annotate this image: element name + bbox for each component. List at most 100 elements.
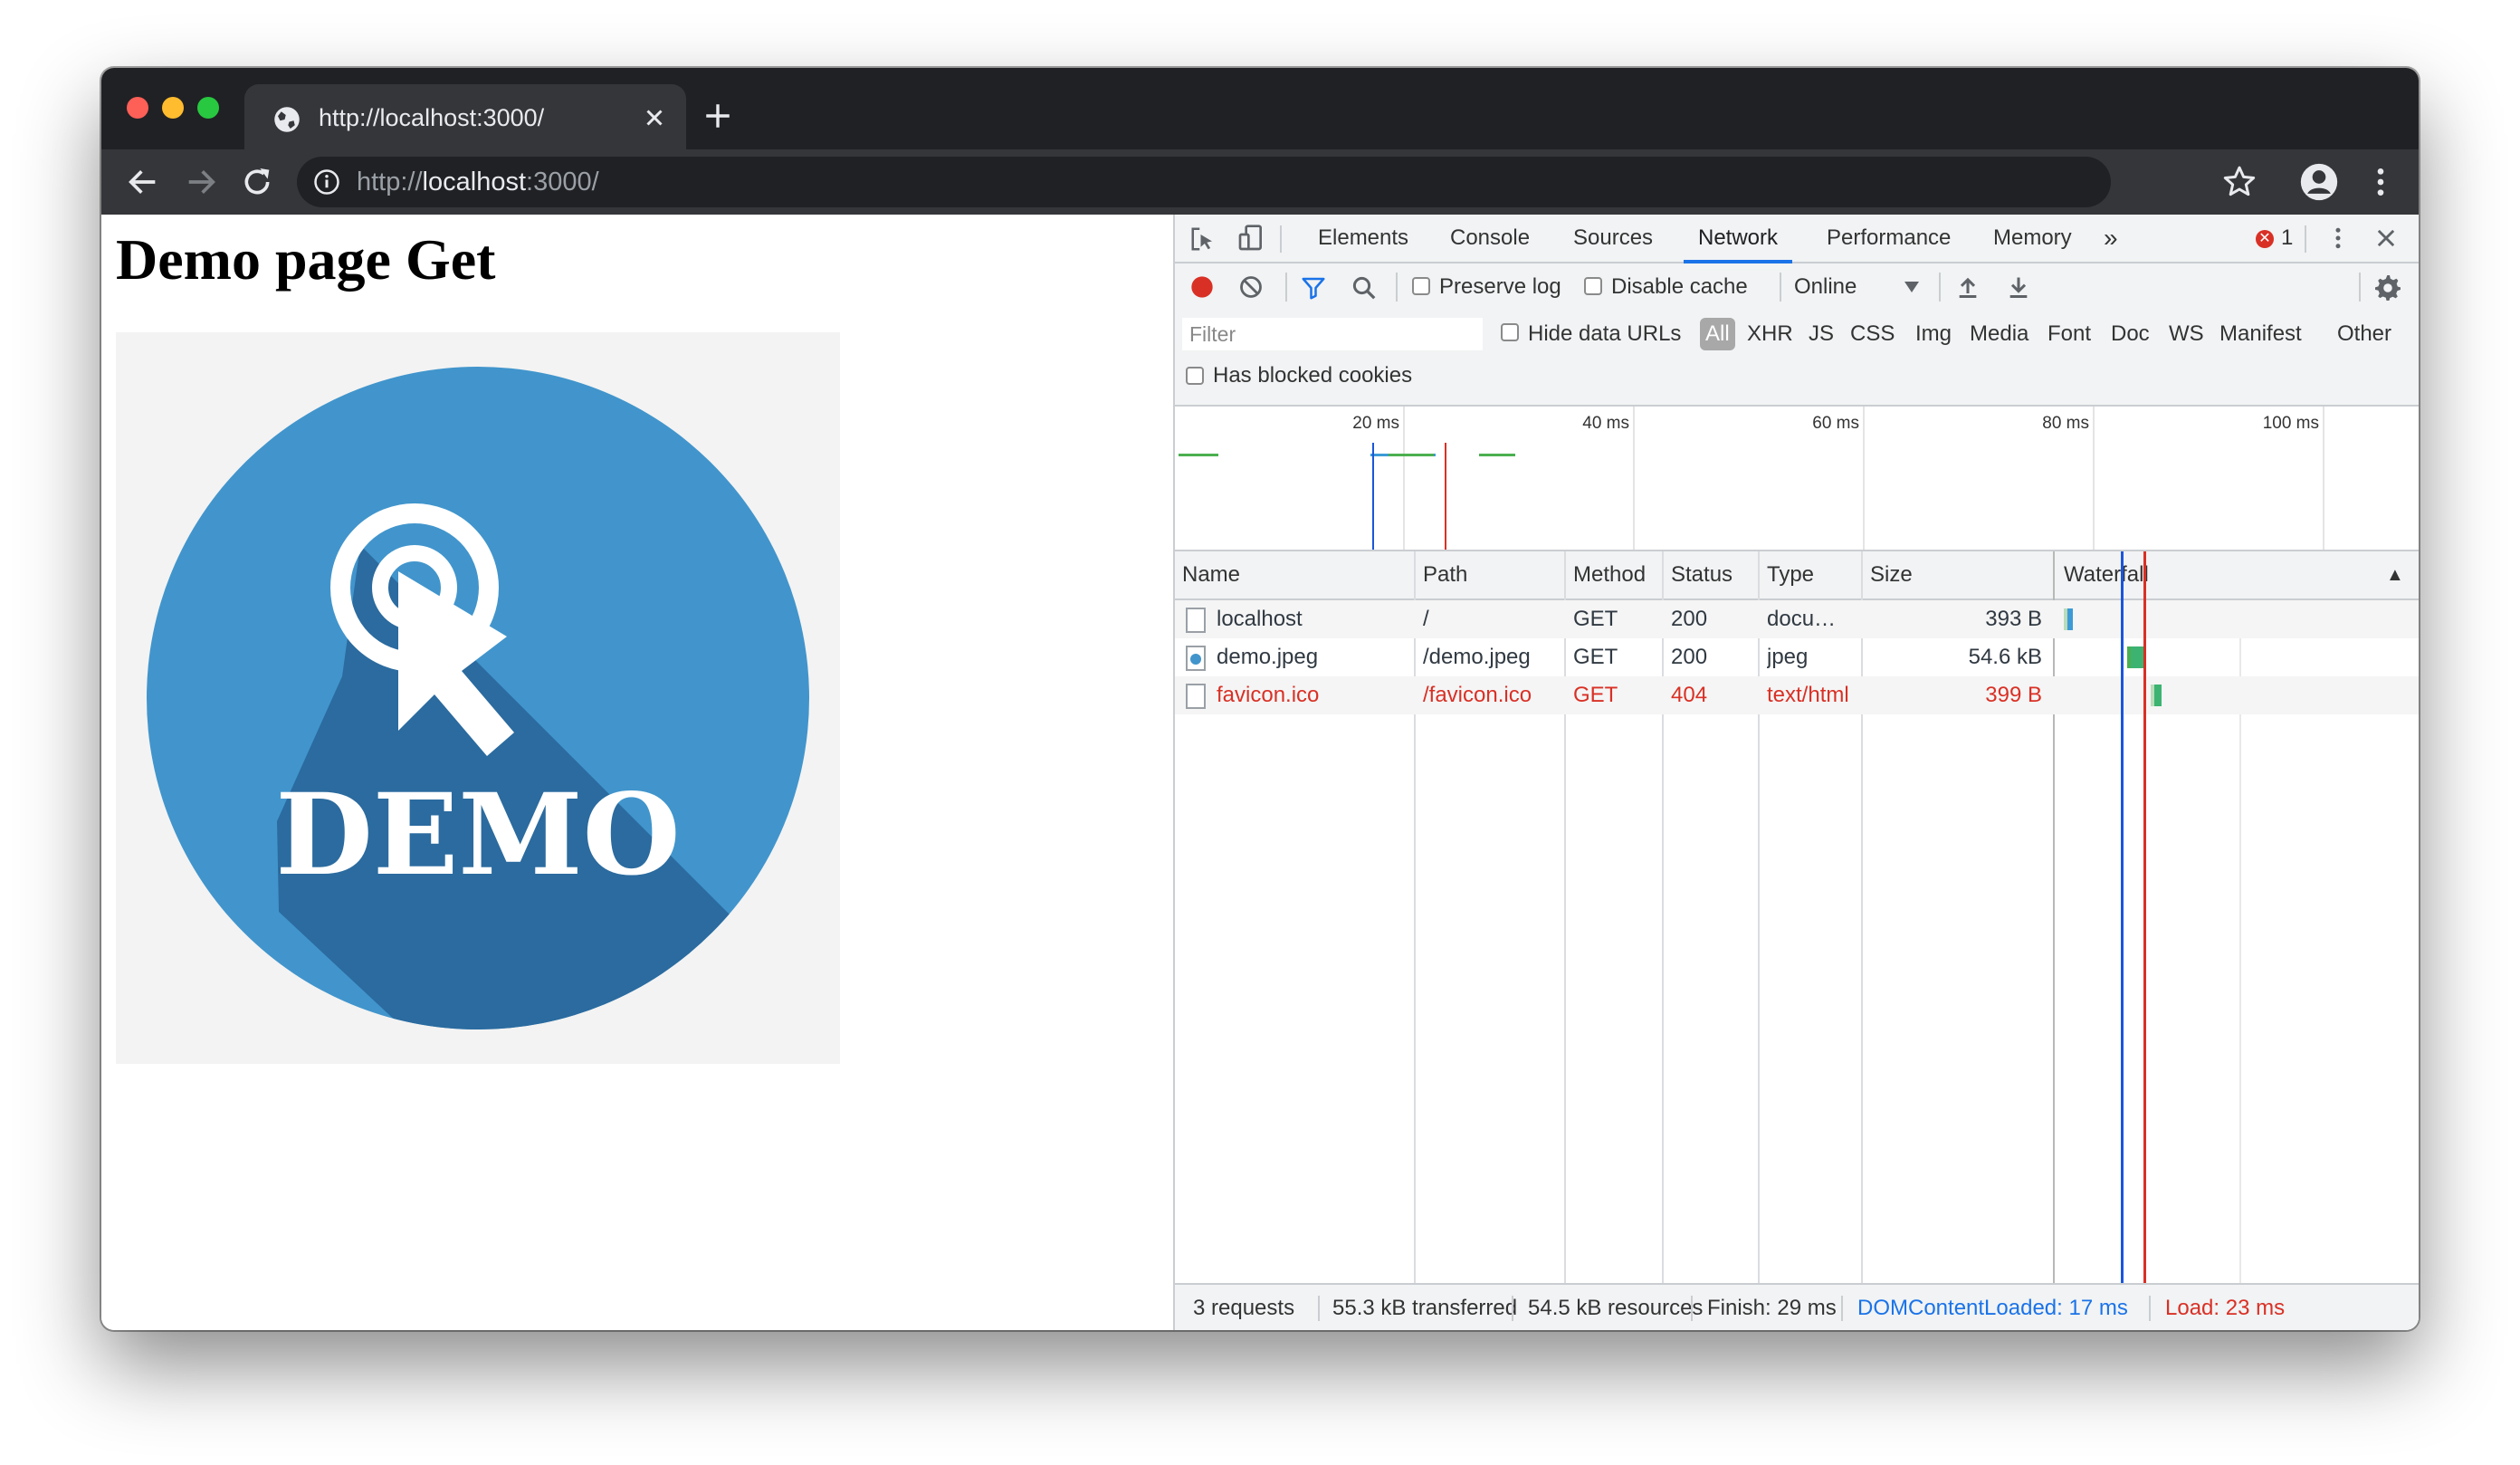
demo-image: DEMO: [116, 332, 840, 1064]
overview-tick-label: 40 ms: [1582, 414, 1629, 433]
has-blocked-cookies-label: Has blocked cookies: [1213, 363, 1413, 388]
preserve-log-checkbox[interactable]: [1412, 277, 1430, 295]
column-header-method[interactable]: Method: [1573, 551, 1646, 598]
search-icon[interactable]: [1351, 274, 1378, 302]
inspect-element-icon[interactable]: [1189, 225, 1217, 253]
image-file-icon: [1186, 646, 1206, 671]
waterfall-load-line: [2143, 551, 2146, 1283]
info-icon[interactable]: [313, 168, 340, 196]
browser-tab[interactable]: http://localhost:3000/: [244, 84, 686, 149]
request-count: 3 requests: [1193, 1296, 1295, 1320]
request-table-header: Name Path Method Status Type Size Waterf…: [1175, 551, 2419, 600]
waterfall-bar: [2131, 646, 2143, 668]
reload-icon[interactable]: [239, 164, 275, 200]
close-devtools-icon[interactable]: [2373, 225, 2399, 251]
timeline-overview[interactable]: 20 ms 40 ms 60 ms 80 ms 100 ms: [1175, 407, 2419, 551]
has-blocked-cookies-checkbox[interactable]: [1186, 367, 1204, 385]
table-row[interactable]: favicon.ico /favicon.ico GET 404 text/ht…: [1175, 676, 2419, 714]
request-status: 200: [1671, 645, 1708, 669]
tab-console[interactable]: Console: [1450, 215, 1530, 262]
browser-window: http://localhost:3000/ http://localhost:…: [101, 68, 2419, 1330]
export-har-icon[interactable]: [2006, 274, 2031, 300]
domcontentloaded-time: DOMContentLoaded: 17 ms: [1857, 1296, 2128, 1320]
clear-icon[interactable]: [1238, 274, 1264, 300]
overview-tick-label: 80 ms: [2042, 414, 2089, 433]
type-filter-media[interactable]: Media: [1970, 318, 2028, 350]
request-name: demo.jpeg: [1217, 645, 1319, 669]
overview-domcontentloaded-line: [1372, 443, 1374, 550]
browser-menu-icon[interactable]: [2362, 164, 2399, 200]
bookmark-star-icon[interactable]: [2221, 164, 2258, 200]
column-header-size[interactable]: Size: [1870, 551, 1913, 598]
device-toolbar-icon[interactable]: [1236, 224, 1265, 253]
table-row[interactable]: demo.jpeg /demo.jpeg GET 200 jpeg 54.6 k…: [1175, 638, 2419, 676]
request-status: 200: [1671, 607, 1708, 631]
new-tab-icon[interactable]: [702, 101, 733, 131]
request-size: 399 B: [1985, 683, 2042, 707]
request-method: GET: [1573, 683, 1618, 707]
type-filter-other[interactable]: Other: [2337, 318, 2391, 350]
forward-arrow-icon[interactable]: [183, 164, 219, 200]
request-name: localhost: [1217, 607, 1303, 631]
network-status-bar: 3 requests 55.3 kB transferred 54.5 kB r…: [1175, 1283, 2419, 1330]
url-host: localhost: [422, 168, 527, 196]
profile-avatar-icon[interactable]: [2299, 162, 2339, 202]
toolbar-separator: [1396, 273, 1398, 302]
hide-data-urls-checkbox[interactable]: [1501, 323, 1519, 341]
window-maximize-button[interactable]: [197, 97, 219, 119]
disable-cache-checkbox[interactable]: [1584, 277, 1602, 295]
column-header-waterfall[interactable]: Waterfall: [2064, 551, 2149, 598]
toolbar-separator: [1285, 273, 1287, 302]
type-filter-font[interactable]: Font: [2048, 318, 2091, 350]
request-method: GET: [1573, 645, 1618, 669]
request-size: 54.6 kB: [1968, 645, 2042, 669]
type-filter-img[interactable]: Img: [1915, 318, 1952, 350]
type-filter-doc[interactable]: Doc: [2111, 318, 2150, 350]
filter-icon[interactable]: [1300, 274, 1327, 302]
column-header-name[interactable]: Name: [1182, 551, 1240, 598]
error-count-badge[interactable]: ✕ 1: [2256, 225, 2293, 251]
column-header-path[interactable]: Path: [1423, 551, 1467, 598]
record-icon[interactable]: [1189, 274, 1215, 300]
tab-memory[interactable]: Memory: [1993, 215, 2072, 262]
url-scheme: http://: [357, 168, 423, 196]
overview-gridline: [2093, 407, 2095, 550]
address-bar[interactable]: http://localhost:3000/: [297, 157, 2111, 207]
toolbar-separator: [1780, 273, 1781, 302]
gear-icon[interactable]: [2373, 273, 2402, 302]
hide-data-urls-label: Hide data URLs: [1528, 321, 1682, 346]
type-filter-all[interactable]: All: [1700, 318, 1735, 350]
status-separator: [1512, 1296, 1513, 1321]
more-tabs-icon[interactable]: »: [2104, 215, 2118, 262]
type-filter-ws[interactable]: WS: [2169, 318, 2204, 350]
browser-toolbar: http://localhost:3000/: [101, 149, 2419, 215]
column-header-status[interactable]: Status: [1671, 551, 1732, 598]
tab-performance[interactable]: Performance: [1827, 215, 1951, 262]
back-arrow-icon[interactable]: [125, 164, 161, 200]
chevron-down-icon: [1904, 282, 1919, 292]
load-time: Load: 23 ms: [2165, 1296, 2286, 1320]
close-tab-icon[interactable]: [641, 104, 668, 131]
request-type: jpeg: [1767, 645, 1809, 669]
status-separator: [1841, 1296, 1843, 1321]
filter-input[interactable]: [1182, 318, 1483, 350]
sort-ascending-icon[interactable]: ▲: [2386, 551, 2404, 598]
import-har-icon[interactable]: [1955, 274, 1981, 300]
table-row[interactable]: localhost / GET 200 docu… 393 B: [1175, 600, 2419, 638]
tab-elements[interactable]: Elements: [1318, 215, 1408, 262]
overview-load-line: [1445, 443, 1446, 550]
tab-sources[interactable]: Sources: [1573, 215, 1653, 262]
devtools-menu-icon[interactable]: [2324, 225, 2352, 252]
page-title: Demo page Get: [116, 227, 496, 292]
window-minimize-button[interactable]: [162, 97, 184, 119]
tab-network[interactable]: Network: [1683, 215, 1793, 263]
type-filter-manifest[interactable]: Manifest: [2219, 318, 2302, 350]
window-close-button[interactable]: [127, 97, 148, 119]
page-viewport: Demo page Get DEMO: [101, 215, 1173, 1330]
type-filter-css[interactable]: CSS: [1850, 318, 1895, 350]
type-filter-xhr[interactable]: XHR: [1747, 318, 1793, 350]
type-filter-js[interactable]: JS: [1809, 318, 1834, 350]
column-header-type[interactable]: Type: [1767, 551, 1814, 598]
request-table-body: localhost / GET 200 docu… 393 B demo.jpe…: [1175, 600, 2419, 1283]
throttling-select[interactable]: Online: [1794, 263, 1926, 311]
